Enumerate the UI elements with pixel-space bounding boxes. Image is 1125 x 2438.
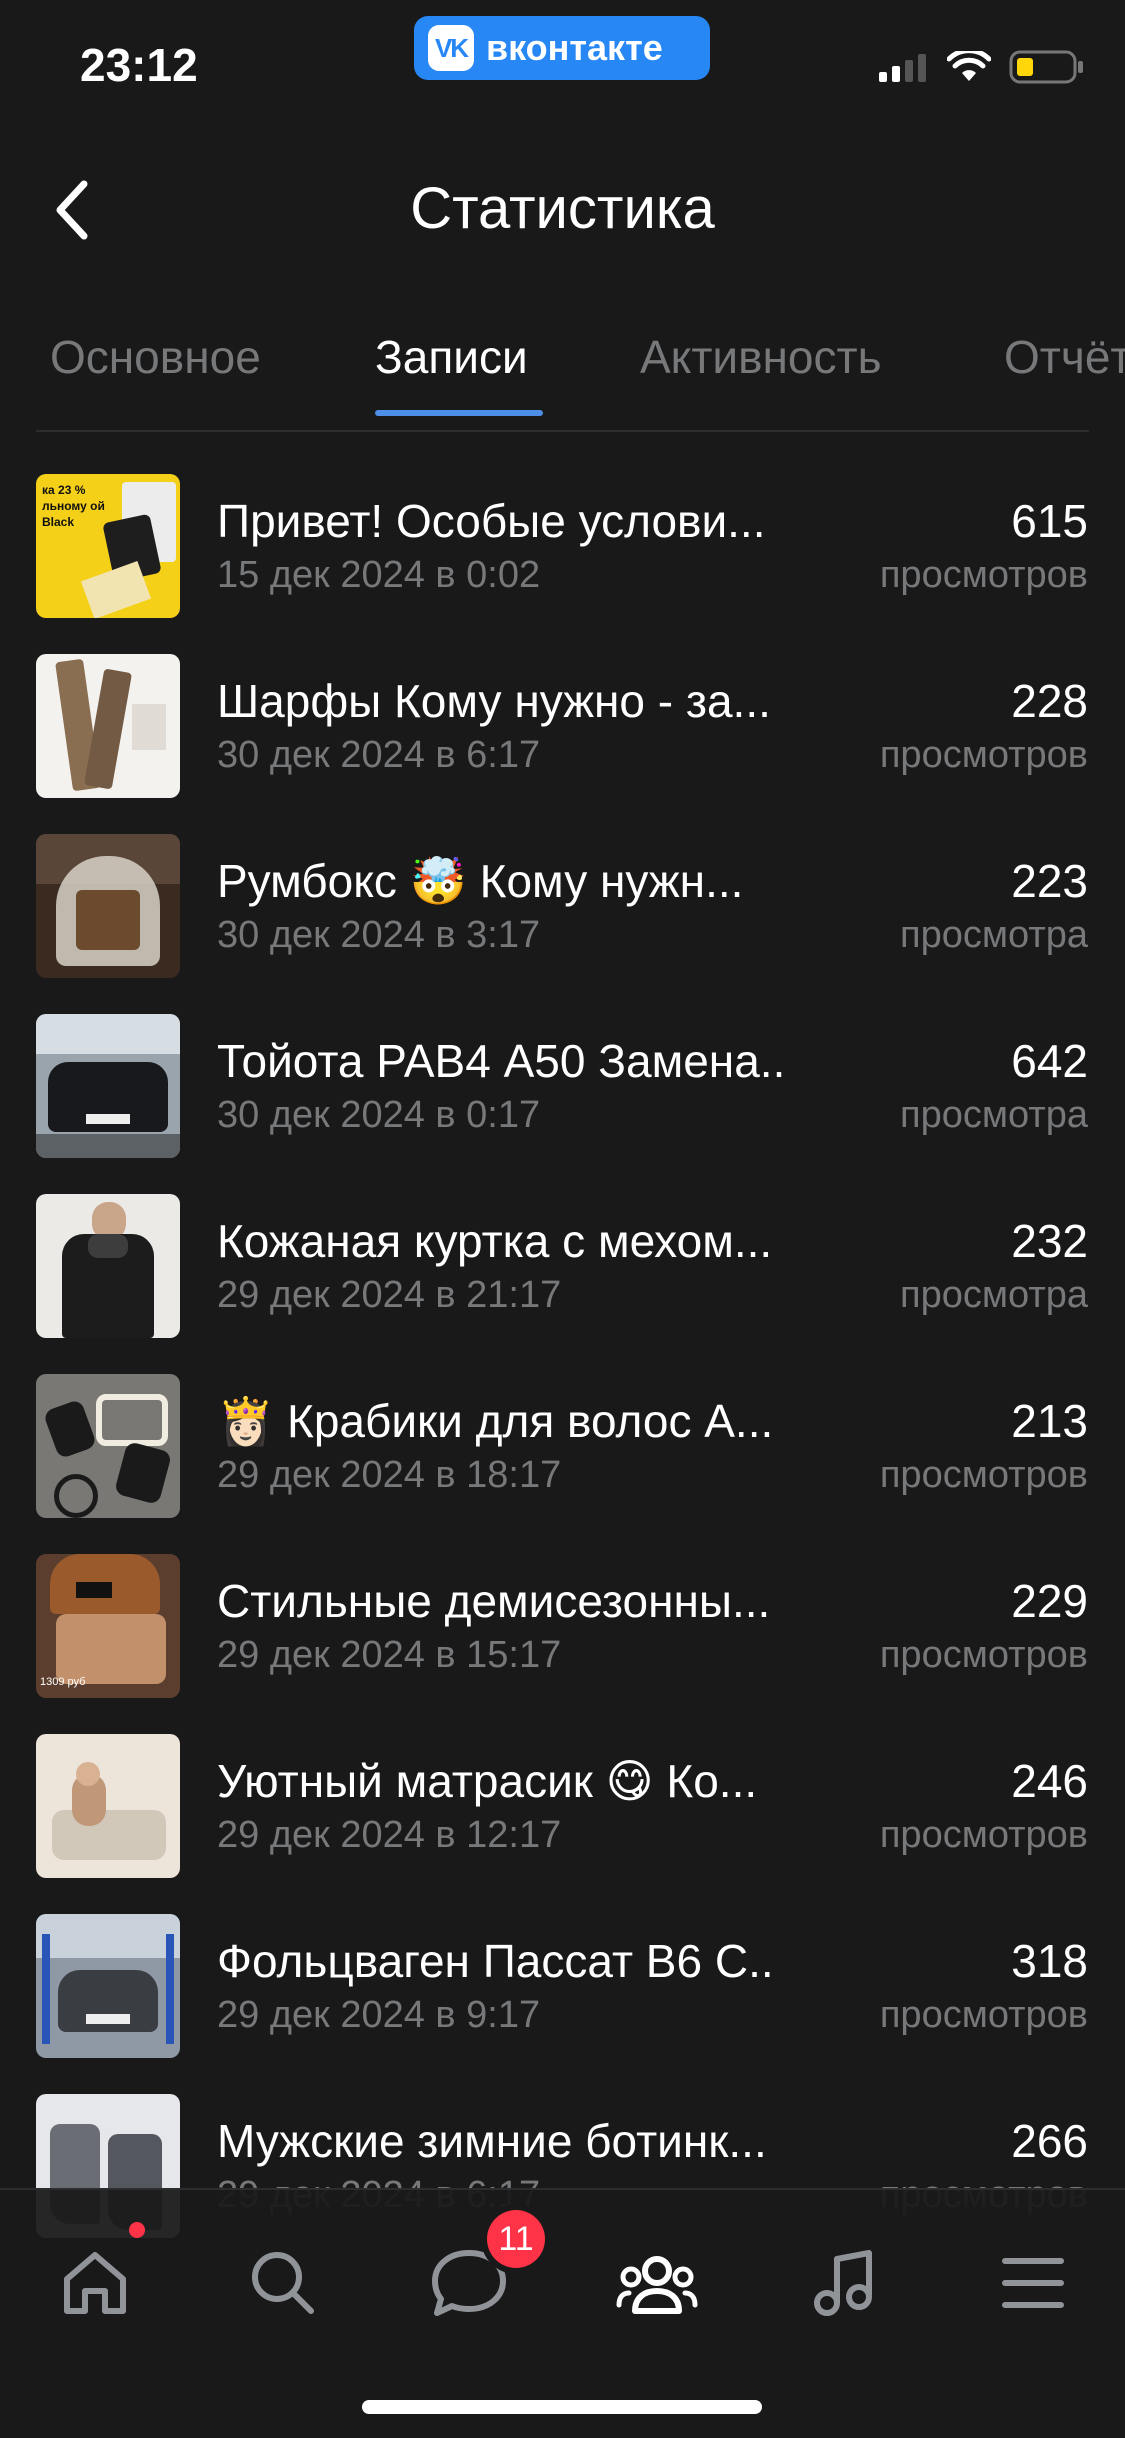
page-title: Статистика	[410, 176, 715, 241]
tab-music[interactable]	[800, 2238, 890, 2328]
post-title: Шарфы Кому нужно - за...	[217, 675, 771, 727]
post-title: Уютный матрасик 😋 Ко...	[217, 1755, 758, 1807]
post-date: 29 дек 2024 в 18:17	[217, 1454, 562, 1496]
thumb-caption: 1309 руб	[40, 1676, 86, 1688]
tab-search[interactable]	[238, 2238, 328, 2328]
list-item[interactable]: 1309 руб Стильные демисезонны... 29 дек …	[0, 1554, 1125, 1734]
views-count: 229	[1011, 1575, 1088, 1627]
post-title: Кожаная куртка с мехом...	[217, 1215, 773, 1267]
music-icon	[814, 2250, 872, 2316]
tab-reports[interactable]: Отчёты	[1004, 330, 1125, 384]
list-item[interactable]: Тойота РАВ4 А50 Замена.. 30 дек 2024 в 0…	[0, 1014, 1125, 1194]
menu-icon	[1002, 2258, 1064, 2308]
list-item[interactable]: 👸🏻 Крабики для волос А... 29 дек 2024 в …	[0, 1374, 1125, 1554]
promo-card-image: ка 23 % льному ой Black	[36, 474, 180, 618]
list-item[interactable]: Фольцваген Пассат В6 С.. 29 дек 2024 в 9…	[0, 1914, 1125, 2094]
post-date: 15 дек 2024 в 0:02	[217, 554, 541, 596]
post-title: Фольцваген Пассат В6 С..	[217, 1935, 774, 1987]
views-label: просмотров	[879, 554, 1088, 596]
views-count: 642	[1011, 1035, 1088, 1087]
views-label: просмотров	[879, 734, 1088, 776]
views-label: просмотра	[900, 914, 1088, 956]
scarf-image	[36, 654, 180, 798]
views-count: 213	[1011, 1395, 1088, 1447]
communities-icon	[616, 2256, 698, 2314]
list-item[interactable]: Уютный матрасик 😋 Ко... 29 дек 2024 в 12…	[0, 1734, 1125, 1914]
post-title: Мужские зимние ботинк...	[217, 2115, 767, 2167]
views-count: 246	[1011, 1755, 1088, 1807]
hat-image: 1309 руб	[36, 1554, 180, 1698]
tab-activity[interactable]: Активность	[640, 330, 882, 384]
status-time: 23:12	[80, 39, 198, 91]
post-title: Румбокс 🤯 Кому нужн...	[217, 855, 744, 907]
roombox-image	[36, 834, 180, 978]
post-date: 29 дек 2024 в 12:17	[217, 1814, 562, 1856]
tabs-divider	[36, 430, 1089, 432]
views-label: просмотра	[900, 1094, 1088, 1136]
hair-clips-image	[36, 1374, 180, 1518]
vk-app-name: вконтакте	[486, 27, 663, 68]
posts-list: ка 23 % льному ой Black Привет! Особые у…	[0, 474, 1125, 2274]
views-label: просмотров	[879, 1634, 1088, 1676]
post-date: 30 дек 2024 в 0:17	[217, 1094, 541, 1136]
views-count: 318	[1011, 1935, 1088, 1987]
search-icon	[252, 2252, 314, 2314]
post-title: Стильные демисезонны...	[217, 1575, 771, 1627]
views-label: просмотров	[879, 1814, 1088, 1856]
post-date: 30 дек 2024 в 3:17	[217, 914, 541, 956]
home-notification-dot	[129, 2222, 145, 2238]
views-label: просмотров	[879, 1454, 1088, 1496]
vk-logo-icon: VK	[428, 25, 474, 71]
tab-home[interactable]	[50, 2238, 140, 2328]
post-date: 29 дек 2024 в 9:17	[217, 1994, 541, 2036]
views-count: 228	[1011, 675, 1088, 727]
status-bar: 23:12 VK вконтакте	[0, 0, 1125, 130]
home-indicator	[362, 2400, 762, 2414]
tab-posts[interactable]: Записи	[375, 330, 528, 384]
views-label: просмотра	[900, 1274, 1088, 1316]
cellular-signal-icon	[879, 54, 926, 82]
home-icon	[64, 2252, 126, 2314]
car-image	[36, 1014, 180, 1158]
list-item[interactable]: Кожаная куртка с мехом... 29 дек 2024 в …	[0, 1194, 1125, 1374]
tab-main[interactable]: Основное	[50, 330, 261, 384]
vk-app-pill[interactable]: VK вконтакте	[414, 16, 710, 80]
battery-icon	[1009, 50, 1083, 84]
post-date: 29 дек 2024 в 15:17	[217, 1634, 562, 1676]
tab-communities[interactable]	[612, 2238, 702, 2328]
post-date: 30 дек 2024 в 6:17	[217, 734, 541, 776]
tabs: Основное Записи Активность Отчёты	[0, 330, 1125, 420]
views-count: 615	[1011, 495, 1088, 547]
tab-menu[interactable]	[988, 2238, 1078, 2328]
post-date: 29 дек 2024 в 21:17	[217, 1274, 562, 1316]
car-garage-image	[36, 1914, 180, 2058]
views-count: 232	[1011, 1215, 1088, 1267]
post-title: Тойота РАВ4 А50 Замена..	[217, 1035, 786, 1087]
post-title: Привет! Особые услови...	[217, 495, 766, 547]
jacket-image	[36, 1194, 180, 1338]
system-icons	[879, 50, 1085, 84]
views-label: просмотров	[879, 1994, 1088, 2036]
messages-badge: 11	[487, 2210, 545, 2268]
mattress-image	[36, 1734, 180, 1878]
list-item[interactable]: ка 23 % льному ой Black Привет! Особые у…	[0, 474, 1125, 654]
wifi-icon	[947, 51, 991, 81]
post-title: 👸🏻 Крабики для волос А...	[217, 1395, 774, 1447]
list-item[interactable]: Шарфы Кому нужно - за... 30 дек 2024 в 6…	[0, 654, 1125, 834]
views-count: 223	[1011, 855, 1088, 907]
list-item[interactable]: Румбокс 🤯 Кому нужн... 30 дек 2024 в 3:1…	[0, 834, 1125, 1014]
views-count: 266	[1011, 2115, 1088, 2167]
thumb-caption: ка 23 % льному ой Black	[42, 483, 105, 529]
active-tab-indicator	[375, 410, 543, 416]
